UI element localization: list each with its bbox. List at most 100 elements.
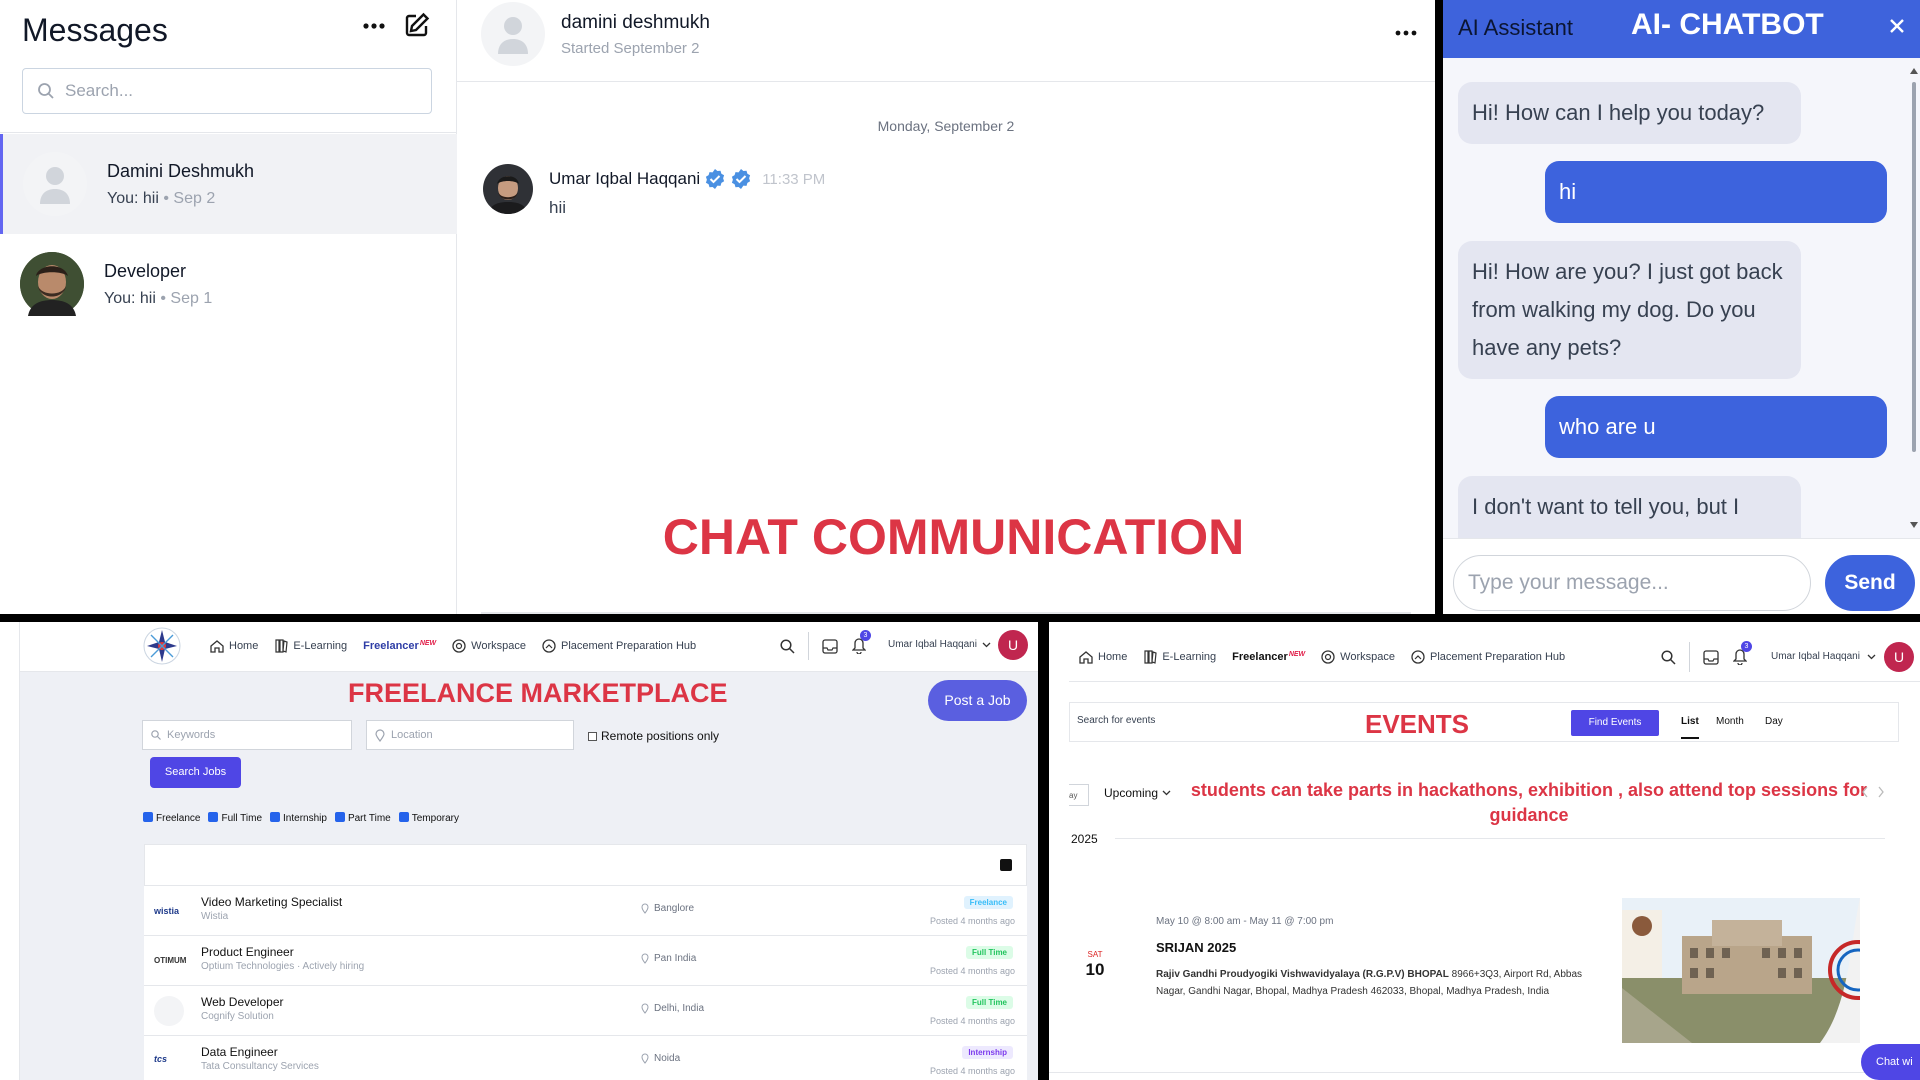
ai-header: AI Assistant AI- CHATBOT [1443,0,1920,58]
bot-message-clip: I don't want to tell you, but I [1443,470,1913,538]
chat-header: damini deshmukh Started September 2 [457,0,1435,82]
user-name[interactable]: Umar Iqbal Haqqani [888,639,977,650]
nav-home[interactable]: Home [210,639,258,653]
chat-options-icon[interactable] [1395,26,1417,40]
ai-input-bar: Type your message... Send [1443,538,1920,614]
view-month[interactable]: Month [1716,716,1744,727]
event-day-number: 10 [1085,960,1105,979]
filter-label: Freelance [156,813,201,824]
nav-freelancer[interactable]: Freelancer NEW [1232,651,1305,663]
send-button[interactable]: Send [1825,555,1915,611]
events-search-input[interactable]: Search for events [1077,715,1155,726]
filter-freelance[interactable]: Freelance [143,812,200,824]
job-row[interactable]: tcs Data Engineer Tata Consultancy Servi… [144,1036,1027,1080]
job-type-badge: Internship [962,1046,1013,1059]
location-pin-icon [641,903,649,914]
nav-label: Home [1098,651,1128,663]
location-input[interactable]: Location [366,720,574,750]
job-row[interactable]: wistia Video Marketing Specialist Wistia… [144,886,1027,936]
nav-home[interactable]: Home [1079,650,1127,664]
search-icon[interactable] [1661,650,1676,665]
checkbox[interactable] [588,731,597,741]
user-avatar[interactable]: U [998,630,1028,660]
home-icon [1079,650,1093,664]
conversation-item[interactable]: Developer You: hii • Sep 1 [0,234,457,334]
close-icon[interactable] [1889,18,1905,34]
aperture-icon [452,639,466,653]
chat-overlay-caption: CHAT COMMUNICATION [662,509,1245,565]
ai-message-input[interactable]: Type your message... [1453,555,1811,611]
checkbox-checked[interactable] [208,812,219,822]
nav-freelancer[interactable]: Freelancer NEW [363,640,436,652]
nav-workspace[interactable]: Workspace [1321,650,1395,664]
chat-widget-button[interactable]: Chat wi [1861,1044,1920,1080]
view-list[interactable]: List [1681,716,1699,739]
user-avatar[interactable]: U [1884,642,1914,672]
filter-internship[interactable]: Internship [270,812,327,824]
rss-icon[interactable] [1000,859,1012,871]
divider [0,132,457,133]
chat-scrollbar[interactable] [1909,66,1919,530]
checkbox-checked[interactable] [398,812,409,822]
chevron-down-icon[interactable] [982,642,991,648]
compose-icon[interactable] [404,12,430,38]
upcoming-selector[interactable]: Upcoming [1104,786,1171,800]
new-badge: NEW [1288,651,1306,658]
keywords-placeholder: Keywords [167,729,216,741]
contact-avatar [481,2,545,66]
checkbox-checked[interactable] [270,812,281,822]
side-strip [0,622,20,1080]
site-logo[interactable] [142,626,182,666]
more-icon[interactable] [362,18,386,34]
inbox-icon[interactable] [1703,650,1719,665]
checkbox-checked[interactable] [143,812,153,822]
notification-badge: 3 [1741,641,1752,652]
conversation-item[interactable]: Damini Deshmukh You: hii • Sep 2 [0,134,457,234]
events-description-caption: students can take parts in hackathons, e… [1190,780,1868,825]
year-divider [1115,838,1885,839]
divider [1689,642,1690,672]
prev-arrow-icon[interactable] [1861,786,1869,798]
today-button[interactable]: ay [1069,784,1089,806]
nav-workspace[interactable]: Workspace [452,639,526,653]
filter-part-time[interactable]: Part Time [334,812,391,824]
event-image[interactable] [1622,898,1860,1043]
job-row[interactable]: Web Developer Cognify Solution Delhi, In… [144,986,1027,1036]
year-label: 2025 [1071,832,1098,846]
events-panel: Home E-Learning Freelancer NEW Workspace … [1049,622,1920,1080]
chat-panel: damini deshmukh Started September 2 Mond… [457,0,1435,614]
event-datetime: May 10 @ 8:00 am - May 11 @ 7:00 pm [1156,916,1334,927]
freelancer-label: Freelancer [363,640,419,652]
message-search-input[interactable]: Search... [22,68,432,114]
post-job-button[interactable]: Post a Job [928,680,1027,721]
search-icon[interactable] [780,639,795,654]
nav-placement[interactable]: Placement Preparation Hub [1411,650,1565,664]
remote-checkbox[interactable]: Remote positions only [588,729,719,743]
inbox-icon[interactable] [822,639,838,654]
search-jobs-button[interactable]: Search Jobs [150,757,241,788]
event-day-name: SAT [1087,950,1103,959]
job-type-badge: Full Time [966,996,1013,1009]
message-time: 11:33 PM [762,170,826,188]
checkbox-checked[interactable] [334,812,345,822]
job-title: Product Engineer [201,945,294,959]
freelance-navbar: Home E-Learning Freelancer NEW Workspace … [20,622,1038,672]
next-arrow-icon[interactable] [1877,786,1885,798]
freelancer-label: Freelancer [1232,651,1288,663]
view-day[interactable]: Day [1765,716,1783,727]
nav-elearning[interactable]: E-Learning [1143,650,1216,664]
avatar [20,252,84,316]
filter-temporary[interactable]: Temporary [398,812,459,824]
job-row[interactable]: OTIMUM Product Engineer Optium Technolog… [144,936,1027,986]
filter-full-time[interactable]: Full Time [208,812,262,824]
chevron-down-icon[interactable] [1867,654,1876,660]
new-badge: NEW [419,640,437,647]
nav-elearning[interactable]: E-Learning [274,639,347,653]
event-title[interactable]: SRIJAN 2025 [1156,940,1236,955]
nav-placement[interactable]: Placement Preparation Hub [542,639,696,653]
find-events-button[interactable]: Find Events [1571,710,1659,736]
upcoming-label: Upcoming [1104,786,1159,800]
user-name[interactable]: Umar Iqbal Haqqani [1771,651,1860,662]
keywords-input[interactable]: Keywords [142,720,352,750]
ai-title: AI Assistant [1458,15,1573,40]
